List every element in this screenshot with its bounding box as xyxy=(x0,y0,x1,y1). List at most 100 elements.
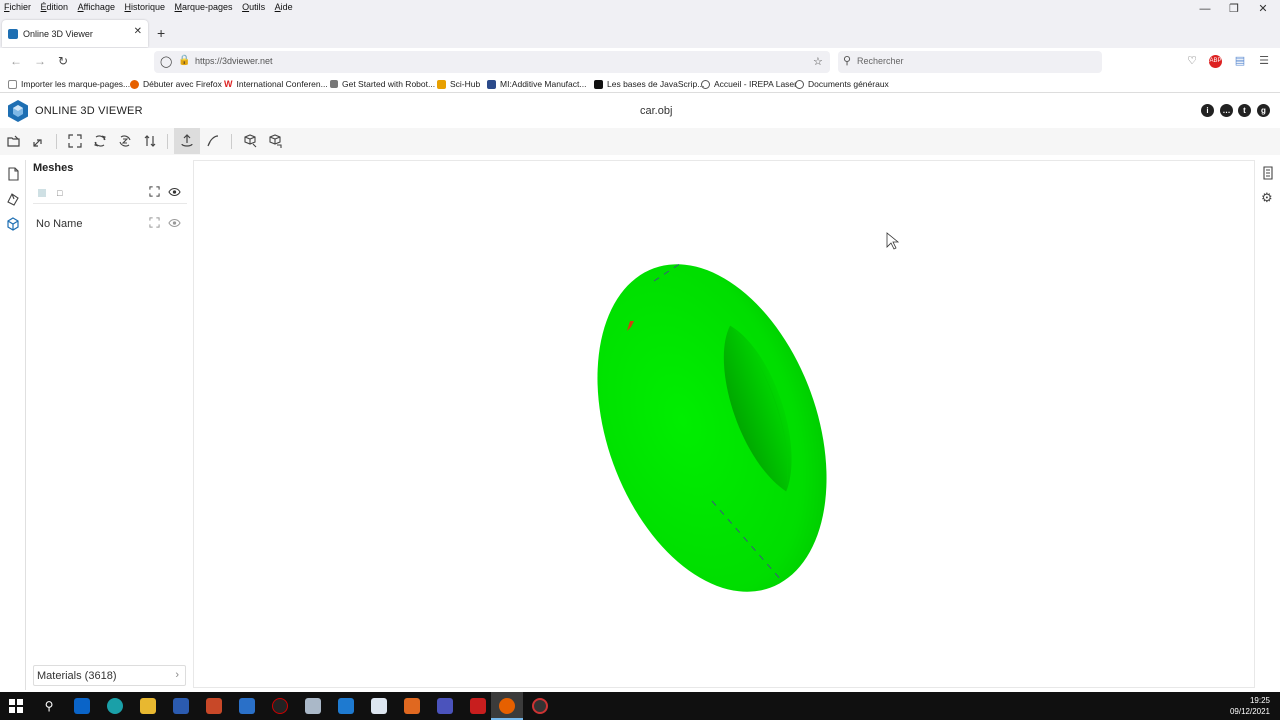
menu-historique[interactable]: Historique xyxy=(124,0,165,14)
collapse-all-icon[interactable]: □ xyxy=(57,188,62,198)
url-text: https://3dviewer.net xyxy=(195,56,273,66)
bookmark-label: International Conferen... xyxy=(236,79,328,89)
firefox-icon xyxy=(130,79,139,89)
matlab-icon[interactable] xyxy=(404,698,420,714)
edge-icon[interactable] xyxy=(107,698,123,714)
navigation-bar: ← → ↻ ◯ 🔒 https://3dviewer.net ☆ ⚲ Reche… xyxy=(0,48,1280,76)
settings-gear-icon[interactable]: ⚙ xyxy=(1261,191,1275,205)
hamburger-menu-icon[interactable]: ☰ xyxy=(1257,54,1271,68)
powerpoint-icon[interactable] xyxy=(206,698,222,714)
toolbar-divider xyxy=(231,134,232,149)
acrobat-icon[interactable] xyxy=(470,698,486,714)
details-icon[interactable] xyxy=(1261,166,1275,180)
eye-icon[interactable] xyxy=(168,186,181,197)
system-clock[interactable]: 19:25 09/12/2021 xyxy=(1230,695,1270,717)
model-render[interactable] xyxy=(194,161,1255,688)
mesh-item[interactable]: No Name xyxy=(33,212,187,234)
open-url-icon[interactable] xyxy=(31,133,47,149)
bookmark-item[interactable]: Accueil - IREPA Laser xyxy=(701,79,797,89)
app-icon[interactable] xyxy=(305,698,321,714)
pocket-icon[interactable]: ♡ xyxy=(1185,54,1199,68)
menu-aide[interactable]: Aide xyxy=(275,0,293,14)
chat-icon[interactable]: … xyxy=(1220,104,1233,117)
left-navigation xyxy=(0,160,26,690)
mesh-name: No Name xyxy=(36,218,83,230)
file-explorer-icon[interactable] xyxy=(140,698,156,714)
twitter-icon[interactable]: t xyxy=(1238,104,1251,117)
right-navigation: ⚙ xyxy=(1257,160,1280,690)
open-file-icon[interactable] xyxy=(6,133,22,149)
menu-fichier[interactable]: Fichier xyxy=(4,0,31,14)
materials-label: Materials (3618) xyxy=(37,670,117,682)
recorder-icon[interactable] xyxy=(532,698,548,714)
set-up-y-icon[interactable] xyxy=(92,133,108,149)
materials-bar[interactable]: Materials (3618) › xyxy=(33,665,186,686)
fit-mesh-icon[interactable] xyxy=(149,186,160,197)
vscode-icon[interactable] xyxy=(338,698,354,714)
flip-up-icon[interactable] xyxy=(142,133,158,149)
close-tab-icon[interactable]: ✕ xyxy=(134,26,142,37)
search-input[interactable]: ⚲ Rechercher xyxy=(838,51,1102,73)
clock-date: 09/12/2021 xyxy=(1229,707,1270,716)
app-icon[interactable] xyxy=(272,698,288,714)
plus-icon[interactable]: + xyxy=(157,25,165,41)
bookmark-item[interactable]: W International Conferen... xyxy=(224,79,328,89)
set-up-z-icon[interactable] xyxy=(117,133,133,149)
star-icon[interactable]: ☆ xyxy=(813,55,823,68)
meshes-icon[interactable] xyxy=(6,217,20,231)
outlook-icon[interactable] xyxy=(74,698,90,714)
fit-to-window-icon[interactable] xyxy=(67,133,83,149)
w-logo-icon: W xyxy=(224,79,233,89)
file-details-icon[interactable] xyxy=(6,167,20,181)
bookmark-item[interactable]: MI:Additive Manufact... xyxy=(487,79,586,89)
info-icon[interactable]: i xyxy=(1201,104,1214,117)
panel-title: Meshes xyxy=(33,162,74,174)
bookmark-item[interactable]: Les bases de JavaScrip... xyxy=(594,79,704,89)
back-icon[interactable]: ← xyxy=(10,54,22,68)
word-icon[interactable] xyxy=(173,698,189,714)
perspective-camera-icon[interactable] xyxy=(242,133,258,149)
extension-icon[interactable]: ▤ xyxy=(1233,54,1247,68)
windows-start-icon[interactable] xyxy=(9,699,23,713)
eye-icon[interactable] xyxy=(168,217,181,228)
menu-marque-pages[interactable]: Marque-pages xyxy=(175,0,233,14)
fixed-up-vector-icon[interactable] xyxy=(174,128,200,154)
bookmark-item[interactable]: Get Started with Robot... xyxy=(330,79,435,89)
lock-icon[interactable]: 🔒 xyxy=(178,55,190,66)
notepad-icon[interactable] xyxy=(371,698,387,714)
reload-icon[interactable]: ↻ xyxy=(58,54,68,68)
orthographic-camera-icon[interactable] xyxy=(267,133,283,149)
mesh-toolbar-row: □ xyxy=(33,182,187,204)
3d-viewport[interactable] xyxy=(193,160,1255,688)
bookmark-label: Get Started with Robot... xyxy=(342,79,436,89)
adblock-icon[interactable]: ABP xyxy=(1209,55,1222,68)
free-orbit-icon[interactable] xyxy=(205,133,221,149)
tab-online-3d-viewer[interactable]: Online 3D Viewer ✕ xyxy=(2,20,148,47)
app-logo-icon xyxy=(8,100,28,122)
url-bar[interactable]: ◯ 🔒 https://3dviewer.net ☆ xyxy=(154,51,830,73)
mouse-cursor-icon xyxy=(886,232,900,250)
bookmark-label: MI:Additive Manufact... xyxy=(500,79,587,89)
github-icon[interactable]: g xyxy=(1257,104,1270,117)
menu-edition[interactable]: Édition xyxy=(41,0,69,14)
todo-icon[interactable] xyxy=(239,698,255,714)
shield-icon[interactable]: ◯ xyxy=(160,55,172,68)
bookmark-item[interactable]: Débuter avec Firefox xyxy=(130,79,222,89)
forward-icon[interactable]: → xyxy=(34,54,46,68)
materials-icon[interactable] xyxy=(6,192,20,206)
bookmarks-bar: Importer les marque-pages... Débuter ave… xyxy=(0,76,1280,93)
bookmark-label: Accueil - IREPA Laser xyxy=(714,79,797,89)
menu-outils[interactable]: Outils xyxy=(242,0,265,14)
menu-affichage[interactable]: Affichage xyxy=(78,0,115,14)
file-name: car.obj xyxy=(640,105,673,117)
search-icon[interactable]: ⚲ xyxy=(41,698,57,714)
firefox-icon[interactable] xyxy=(499,698,515,714)
bookmark-item[interactable]: Importer les marque-pages... xyxy=(8,79,130,89)
bookmark-item[interactable]: Documents généraux xyxy=(795,79,889,89)
clock-time: 19:25 xyxy=(1249,696,1270,705)
torus-model xyxy=(597,264,827,592)
bookmark-item[interactable]: Sci-Hub xyxy=(437,79,480,89)
expand-all-icon[interactable] xyxy=(38,189,46,197)
teams-icon[interactable] xyxy=(437,698,453,714)
fit-mesh-icon[interactable] xyxy=(149,217,160,228)
